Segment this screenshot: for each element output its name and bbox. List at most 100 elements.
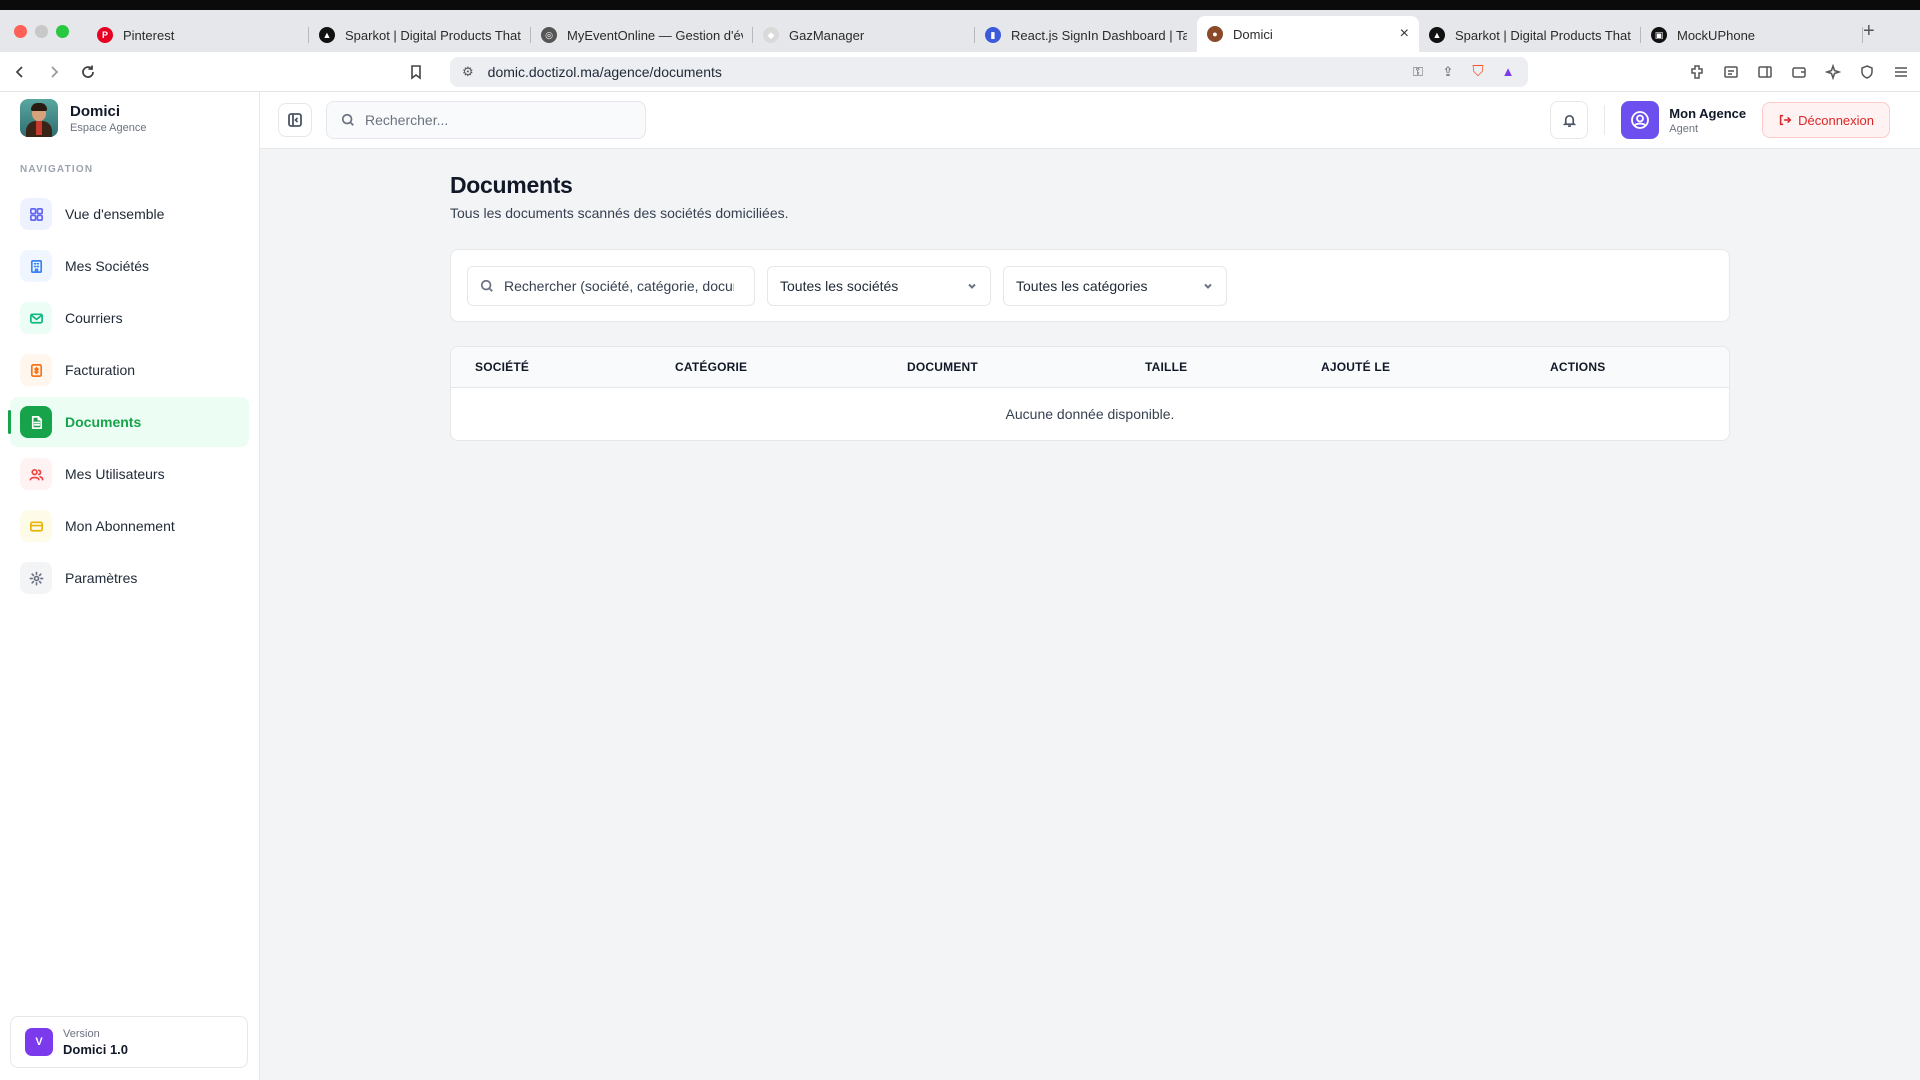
new-tab-button[interactable]: +: [1863, 20, 1875, 43]
sidebar-item-gear[interactable]: Paramètres: [10, 553, 249, 603]
sidebar-item-label: Facturation: [65, 362, 136, 378]
version-card: V Version Domici 1.0: [10, 1016, 248, 1068]
browser-tab[interactable]: P Pinterest: [87, 18, 309, 52]
tab-title: Domici: [1233, 26, 1273, 42]
divider: [1604, 105, 1606, 135]
table-header: SOCIÉTÉ CATÉGORIE DOCUMENT TAILLE AJOUTÉ LE A…: [451, 347, 1729, 388]
browser-toolbar: ⚙ domic.doctizol.ma/agence/documents ⚿ ⇪…: [0, 52, 1920, 92]
browser-tab[interactable]: ▣ MockUPhone: [1641, 18, 1863, 52]
filters-card: Toutes les sociétés Toutes les catégorie…: [450, 249, 1730, 322]
sidebar-toggle-icon[interactable]: [1756, 63, 1774, 81]
tab-title: Sparkot | Digital Products That: [1455, 27, 1631, 43]
column-header[interactable]: DOCUMENT: [907, 360, 1145, 374]
category-filter-select[interactable]: Toutes les catégories: [1003, 265, 1227, 306]
sidebar-item-invoice[interactable]: Facturation: [10, 345, 249, 395]
tab-title: MockUPhone: [1677, 27, 1756, 43]
tab-title: Pinterest: [123, 27, 175, 43]
company-filter-value: Toutes les sociétés: [780, 277, 899, 294]
tab-close-icon[interactable]: ×: [1400, 25, 1409, 43]
global-search[interactable]: [326, 101, 646, 139]
agency-role: Agent: [1669, 122, 1699, 135]
tab-title: MyEventOnline — Gestion d'év: [567, 27, 743, 43]
nav-section-label: NAVIGATION: [20, 164, 94, 175]
wallet-icon[interactable]: [1790, 63, 1808, 81]
brand-subtitle: Espace Agence: [70, 121, 147, 134]
sidebar-item-building[interactable]: Mes Sociétés: [10, 241, 249, 291]
tab-title: GazManager: [789, 27, 865, 43]
sidebar-item-label: Mes Sociétés: [65, 258, 150, 274]
version-value: Domici 1.0: [63, 1041, 129, 1057]
maximize-window-button[interactable]: [56, 24, 69, 38]
close-window-button[interactable]: [14, 24, 27, 38]
building-icon: [20, 250, 52, 282]
ai-sparkle-icon[interactable]: [1824, 63, 1842, 81]
key-icon[interactable]: ⚿: [1410, 64, 1426, 80]
agency-avatar[interactable]: [1621, 101, 1660, 139]
column-header[interactable]: SOCIÉTÉ: [475, 360, 675, 374]
logout-label: Déconnexion: [1798, 112, 1874, 128]
documents-page: Documents Tous les documents scannés des…: [450, 172, 1730, 441]
collapse-sidebar-button[interactable]: [278, 103, 312, 137]
global-search-input[interactable]: [365, 112, 625, 128]
browser-tab[interactable]: ◆ GazManager: [753, 18, 975, 52]
company-filter-select[interactable]: Toutes les sociétés: [767, 265, 991, 306]
tab-title: React.js SignIn Dashboard | Ta: [1011, 27, 1187, 43]
column-header[interactable]: ACTIONS: [1550, 360, 1710, 374]
minimize-window-button[interactable]: [35, 24, 48, 38]
browser-tab[interactable]: ▲ Sparkot | Digital Products That: [1419, 18, 1641, 52]
documents-search-input[interactable]: [504, 277, 734, 294]
sidebar-item-card[interactable]: Mon Abonnement: [10, 501, 249, 551]
agency-info[interactable]: Mon Agence Agent: [1669, 106, 1746, 135]
back-button[interactable]: [6, 58, 34, 86]
system-menubar: [0, 0, 1920, 10]
table-empty-state: Aucune donnée disponible.: [1005, 406, 1175, 422]
browser-tab[interactable]: ◎ MyEventOnline — Gestion d'év: [531, 18, 753, 52]
forward-button[interactable]: [40, 58, 68, 86]
sidebar-item-label: Mon Abonnement: [65, 518, 175, 534]
page-subtitle: Tous les documents scannés des sociétés …: [450, 205, 789, 221]
sidebar: Domici Espace Agence NAVIGATION Vue d'en…: [0, 92, 260, 1080]
card-icon: [20, 510, 52, 542]
back-arrow-icon: [15, 65, 23, 78]
share-icon[interactable]: ⇪: [1440, 64, 1456, 80]
column-header[interactable]: AJOUTÉ LE: [1321, 360, 1550, 374]
sidebar-collapse-icon: [288, 113, 302, 127]
brave-shield-icon[interactable]: ⛉: [1470, 63, 1486, 80]
rewards-icon[interactable]: ▲: [1500, 64, 1516, 80]
tab-favicon-icon: ▮: [985, 27, 1001, 43]
browser-tab[interactable]: ● Domici ×: [1197, 16, 1419, 52]
documents-search[interactable]: [467, 265, 755, 306]
menu-icon[interactable]: [1892, 63, 1910, 81]
vpn-shield-icon[interactable]: [1858, 63, 1876, 81]
tab-favicon-icon: ●: [1207, 26, 1223, 42]
brand-name: Domici: [70, 102, 121, 120]
brand[interactable]: Domici Espace Agence: [0, 92, 259, 140]
bookmark-button[interactable]: [402, 58, 430, 86]
sidebar-item-document[interactable]: Documents: [8, 397, 249, 447]
column-header[interactable]: TAILLE: [1145, 360, 1321, 374]
tab-favicon-icon: ▲: [1429, 27, 1445, 43]
logout-button[interactable]: Déconnexion: [1762, 102, 1890, 138]
extensions-icon[interactable]: [1688, 63, 1706, 81]
user-circle-icon: [1631, 111, 1650, 129]
url-text[interactable]: domic.doctizol.ma/agence/documents: [488, 64, 1410, 80]
address-bar[interactable]: ⚙ domic.doctizol.ma/agence/documents ⚿ ⇪…: [450, 56, 1528, 87]
sidebar-item-users[interactable]: Mes Utilisateurs: [10, 449, 249, 499]
column-header[interactable]: CATÉGORIE: [675, 360, 907, 374]
notifications-button[interactable]: [1550, 101, 1589, 139]
search-icon: [480, 279, 493, 292]
brand-logo: [20, 99, 58, 137]
topbar: Mon Agence Agent Déconnexion: [260, 92, 1920, 149]
document-icon: [20, 406, 52, 438]
reader-icon[interactable]: [1722, 63, 1740, 81]
chevron-down-icon: [968, 283, 976, 289]
sidebar-item-mail[interactable]: Courriers: [10, 293, 249, 343]
site-settings-icon[interactable]: ⚙: [462, 64, 474, 80]
category-filter-value: Toutes les catégories: [1016, 277, 1148, 294]
reload-icon: [82, 65, 94, 78]
browser-tab[interactable]: ▲ Sparkot | Digital Products That: [309, 18, 531, 52]
sidebar-item-grid[interactable]: Vue d'ensemble: [10, 189, 249, 239]
reload-button[interactable]: [74, 58, 102, 86]
browser-tab[interactable]: ▮ React.js SignIn Dashboard | Ta: [975, 18, 1197, 52]
forward-arrow-icon: [51, 65, 59, 78]
